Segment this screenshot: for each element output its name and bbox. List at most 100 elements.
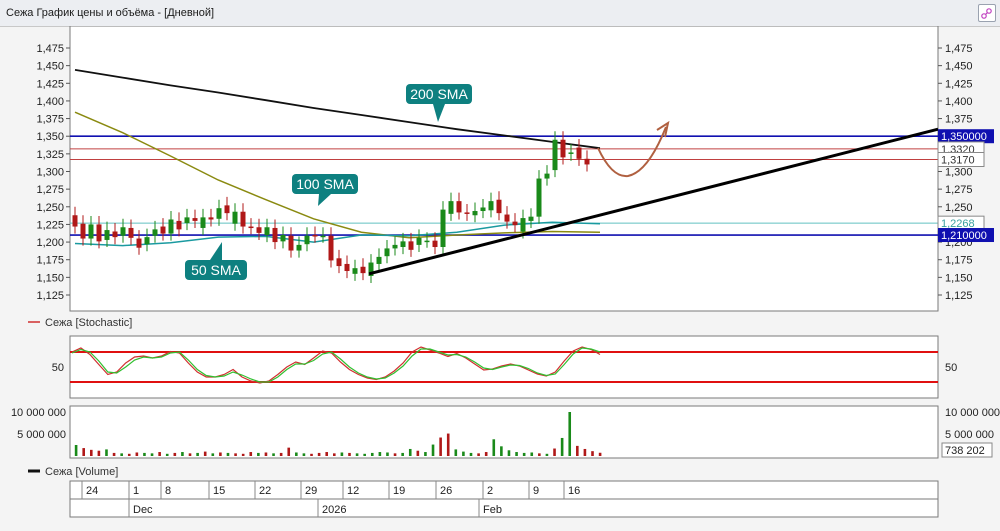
- candle-body: [312, 235, 318, 237]
- candle-body: [344, 263, 350, 272]
- volume-bar: [386, 452, 389, 456]
- date-tick-label: 19: [393, 485, 405, 497]
- candle-body: [120, 227, 126, 236]
- volume-bar: [181, 452, 184, 456]
- price-tick-label-right: 1,125: [945, 290, 973, 302]
- candle-body: [128, 227, 134, 238]
- month-tick-label: Dec: [133, 504, 153, 516]
- candle-body: [192, 218, 198, 221]
- candle-body: [440, 209, 446, 248]
- candle-body: [552, 139, 558, 171]
- price-tick-label-right: 1,475: [945, 43, 973, 55]
- candle-body: [520, 218, 526, 232]
- volume-bar: [279, 452, 283, 456]
- candle-body: [496, 199, 502, 214]
- volume-bar: [553, 448, 556, 456]
- volume-bar: [310, 453, 313, 456]
- volume-tick-left: 10 000 000: [11, 407, 66, 419]
- volume-bar: [370, 452, 374, 456]
- volume-legend-label: Сежа [Volume]: [45, 466, 118, 478]
- volume-bar: [241, 453, 245, 456]
- candle-body: [360, 266, 366, 274]
- candle-body: [320, 235, 326, 238]
- volume-bar: [302, 453, 306, 456]
- title-bar: Сежа График цены и объёма - [Дневной]: [0, 0, 1000, 27]
- volume-bar: [105, 449, 108, 456]
- price-tick-label-left: 1,425: [36, 78, 64, 90]
- candle-body: [248, 226, 254, 229]
- volume-legend: Сежа [Volume]: [28, 466, 118, 478]
- candle-body: [176, 220, 182, 230]
- volume-bar: [234, 453, 237, 456]
- volume-bar: [74, 445, 78, 456]
- volume-bar: [287, 447, 291, 456]
- price-tick-label-left: 1,300: [36, 167, 64, 179]
- volume-bar: [165, 453, 169, 456]
- volume-bar: [598, 452, 602, 456]
- volume-bar: [583, 448, 587, 456]
- price-tick-label-left: 1,200: [36, 237, 64, 249]
- candle-body: [544, 173, 550, 179]
- price-tick-label-right: 1,175: [945, 255, 973, 267]
- price-tick-label-left: 1,475: [36, 43, 64, 55]
- volume-bar: [196, 452, 199, 456]
- volume-bar: [348, 452, 351, 456]
- volume-bar: [97, 450, 101, 456]
- candle-body: [528, 216, 534, 221]
- volume-bar: [393, 453, 397, 456]
- candle-body: [168, 219, 174, 234]
- candle-body: [256, 227, 262, 233]
- volume-bar: [446, 433, 450, 456]
- candle-body: [584, 158, 590, 165]
- volume-tick-left: 5 000 000: [17, 429, 66, 441]
- volume-bar: [530, 452, 534, 456]
- candle-body: [288, 235, 294, 251]
- price-tick-label-right: 1,300: [945, 167, 973, 179]
- volume-bar: [203, 451, 207, 456]
- window-title: Сежа График цены и объёма - [Дневной]: [6, 7, 215, 19]
- candle-body: [336, 258, 342, 267]
- volume-bar: [484, 452, 488, 456]
- candle-body: [240, 211, 246, 227]
- volume-bar: [226, 452, 230, 456]
- candle-body: [184, 217, 190, 224]
- callout-label: 100 SMA: [296, 176, 354, 192]
- volume-bar: [264, 452, 268, 456]
- volume-bar: [416, 450, 420, 456]
- price-tick-label-left: 1,125: [36, 290, 64, 302]
- volume-bar: [507, 450, 511, 456]
- volume-bar: [439, 437, 442, 456]
- volume-bar: [340, 452, 344, 456]
- date-tick-label: 9: [533, 485, 539, 497]
- month-tick-label: 2026: [322, 504, 346, 516]
- volume-bar: [120, 453, 123, 456]
- price-tick-label-left: 1,275: [36, 184, 64, 196]
- price-tick-label-right: 1,400: [945, 96, 973, 108]
- price-tick-label-left: 1,350: [36, 131, 64, 143]
- chart-canvas: 1,125 1,1251,150 1,1501,175 1,1751,200 1,200…: [11, 26, 1000, 518]
- candle-body: [152, 229, 158, 236]
- price-tick-label-right: 1,375: [945, 114, 973, 126]
- callout-label: 50 SMA: [191, 262, 241, 278]
- date-tick-label: 22: [259, 485, 271, 497]
- stochastic-legend: Сежа [Stochastic]: [28, 317, 132, 329]
- volume-bar: [89, 449, 93, 456]
- volume-bar: [150, 453, 154, 456]
- price-tick-label-left: 1,250: [36, 202, 64, 214]
- candle-body: [432, 240, 438, 248]
- candle-body: [280, 235, 286, 242]
- candle-body: [560, 139, 566, 158]
- candle-body: [352, 268, 358, 274]
- candle-body: [160, 226, 166, 234]
- volume-bar: [135, 452, 139, 456]
- volume-bar: [522, 452, 526, 456]
- volume-last-label: 738 202: [945, 445, 985, 457]
- volume-bar: [500, 446, 503, 456]
- chart-window: Сежа График цены и объёма - [Дневной] 1,…: [0, 0, 1000, 531]
- candle-body: [296, 244, 302, 251]
- date-tick-label: 16: [568, 485, 580, 497]
- candle-body: [136, 238, 142, 248]
- volume-bar: [173, 452, 177, 456]
- pin-icon[interactable]: [978, 4, 996, 22]
- price-tick-label-left: 1,150: [36, 272, 64, 284]
